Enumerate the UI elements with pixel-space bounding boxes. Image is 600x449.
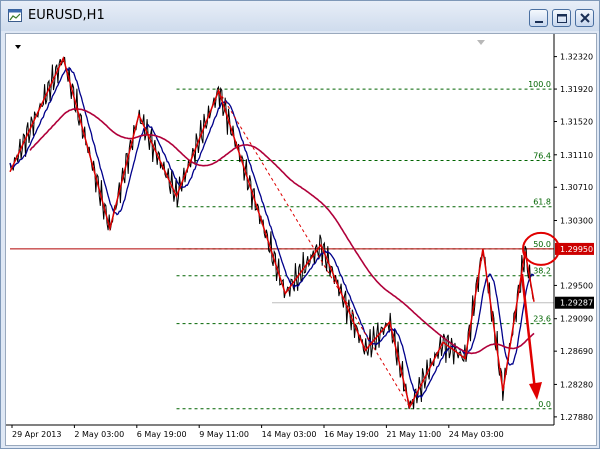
time-tick-label: 21 May 11:00	[386, 430, 441, 439]
close-icon	[580, 13, 590, 23]
time-tick-label: 29 Apr 2013	[12, 430, 61, 439]
price-tick-label: 1.31920	[560, 85, 593, 94]
price-tick-label: 1.28280	[560, 380, 593, 389]
title-bar[interactable]: EURUSD,H1	[1, 1, 599, 31]
minimize-icon	[535, 21, 543, 23]
price-tick-label: 1.31110	[560, 151, 593, 160]
fib-level-label: 100.0	[528, 80, 551, 89]
slow-ma-line	[29, 107, 535, 355]
fib-level-label: 61.8	[533, 198, 551, 207]
highlighted-price-label: 1.29950	[560, 245, 593, 254]
down-arrow-shaft	[520, 273, 537, 391]
price-tick-label: 1.32320	[560, 53, 593, 62]
fib-level-label: 23.6	[533, 315, 551, 324]
chart-window: EURUSD,H1 100.0 76.4 61.8 50.0 38.2 23.6 0.0 1…	[0, 0, 600, 449]
close-button[interactable]	[575, 9, 594, 27]
time-tick-label: 9 May 11:00	[199, 430, 249, 439]
maximize-icon	[557, 14, 567, 23]
price-tick-label: 1.29500	[560, 281, 593, 290]
current-price-label: 1.29287	[560, 299, 593, 308]
time-tick-label: 24 May 03:00	[449, 430, 504, 439]
price-chart[interactable]: 100.0 76.4 61.8 50.0 38.2 23.6 0.0 1.32320 1.31…	[5, 33, 597, 446]
fib-level-label: 76.4	[533, 151, 551, 160]
time-tick-label: 6 May 19:00	[137, 430, 187, 439]
minimize-button[interactable]	[529, 9, 548, 27]
chart-axes: 1.32320 1.31920 1.31520 1.31110 1.30710 1.303…	[6, 34, 594, 439]
down-arrow-head	[529, 382, 542, 400]
fib-level-label: 38.2	[533, 267, 551, 276]
time-tick-label: 2 May 03:00	[74, 430, 124, 439]
price-tick-label: 1.27880	[560, 413, 593, 422]
chart-canvas[interactable]: 100.0 76.4 61.8 50.0 38.2 23.6 0.0 1.32320 1.31…	[6, 34, 596, 445]
price-tick-label: 1.29090	[560, 315, 593, 324]
chart-scroll-marker	[477, 40, 485, 45]
maximize-button[interactable]	[552, 9, 571, 27]
chart-shift-marker	[15, 45, 21, 49]
price-tick-label: 1.30300	[560, 217, 593, 226]
fib-level-label: 50.0	[533, 240, 551, 249]
time-tick-label: 16 May 19:00	[324, 430, 379, 439]
time-tick-label: 14 May 03:00	[262, 430, 317, 439]
chart-series	[9, 56, 554, 410]
price-tick-label: 1.28690	[560, 347, 593, 356]
fib-level-label: 0.0	[538, 400, 551, 409]
window-title: EURUSD,H1	[28, 8, 105, 23]
price-tick-label: 1.30710	[560, 183, 593, 192]
price-tick-label: 1.31520	[560, 118, 593, 127]
chart-window-icon	[8, 9, 22, 22]
